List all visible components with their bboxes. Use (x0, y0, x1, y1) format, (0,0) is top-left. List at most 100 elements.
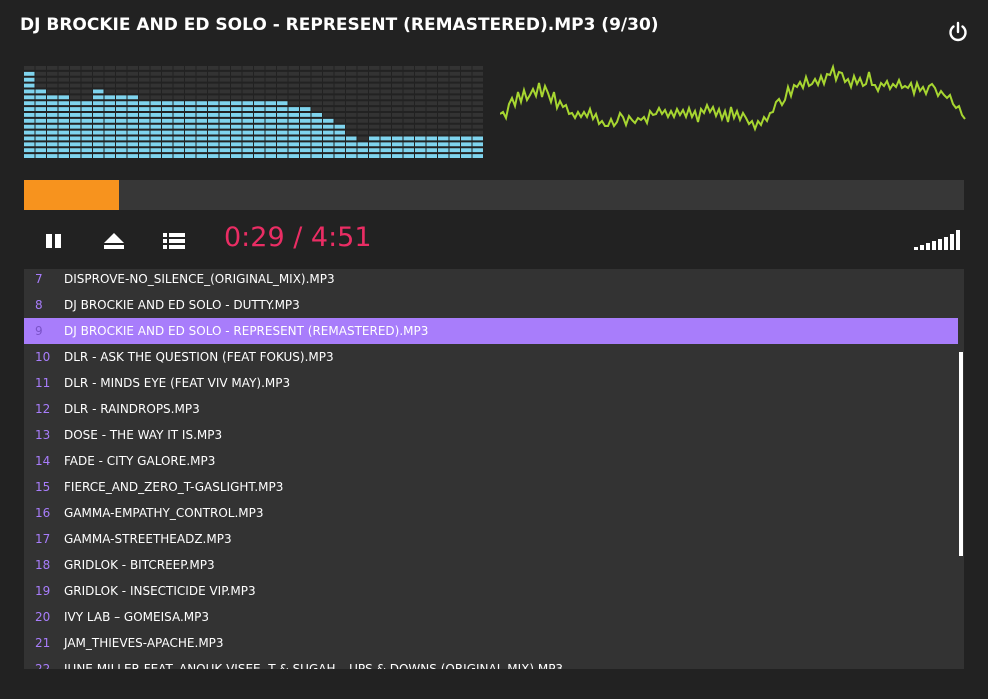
playlist-item[interactable]: 15 FIERCE_AND_ZERO_T-GASLIGHT.MP3 (24, 474, 959, 500)
playlist-item[interactable]: 18 GRIDLOK - BITCREEP.MP3 (24, 552, 959, 578)
playlist-item[interactable]: 8 DJ BROCKIE AND ED SOLO - DUTTY.MP3 (24, 292, 959, 318)
spectrum-segment-lit (24, 136, 35, 141)
spectrum-segment (58, 66, 69, 70)
playlist-item-number: 11 (35, 376, 51, 390)
playlist-item[interactable]: 11 DLR - MINDS EYE (FEAT VIV MAY).MP3 (24, 370, 959, 396)
playlist-item-title: DOSE - THE WAY IT IS.MP3 (64, 428, 223, 442)
spectrum-segment (438, 71, 449, 76)
playlist-item[interactable]: 9 DJ BROCKIE AND ED SOLO - REPRESENT (REM… (24, 318, 959, 344)
spectrum-segment-lit (104, 136, 115, 141)
spectrum-segment (426, 118, 437, 123)
spectrum-segment (449, 101, 460, 106)
spectrum-segment-lit (323, 118, 334, 123)
playlist-item-number: 14 (35, 454, 51, 468)
spectrum-segment (403, 77, 414, 82)
spectrum-segment-lit (265, 130, 276, 135)
spectrum-segment-lit (173, 101, 184, 106)
spectrum-segment (369, 95, 380, 100)
spectrum-segment-lit (415, 136, 426, 141)
playlist-item[interactable]: 13 DOSE - THE WAY IT IS.MP3 (24, 422, 959, 448)
spectrum-segment-lit (47, 124, 58, 129)
spectrum-segment-lit (24, 107, 35, 111)
spectrum-segment (162, 83, 173, 88)
spectrum-segment (242, 66, 253, 70)
spectrum-segment-lit (288, 130, 299, 135)
spectrum-segment-lit (449, 136, 460, 141)
spectrum-segment-lit (208, 107, 219, 111)
playlist-item[interactable]: 21 JAM_THIEVES-APACHE.MP3 (24, 630, 959, 656)
playlist-item-title: DLR - ASK THE QUESTION (FEAT FOKUS).MP3 (64, 350, 334, 364)
spectrum-segment (461, 124, 472, 129)
spectrum-segment-lit (231, 113, 242, 117)
spectrum-segment (449, 113, 460, 117)
spectrum-segment (438, 130, 449, 135)
spectrum-segment-lit (116, 154, 127, 158)
playlist-item[interactable]: 7 DISPROVE-NO_SILENCE_(ORIGINAL_MIX).MP3 (24, 269, 959, 292)
spectrum-segment-lit (231, 118, 242, 123)
spectrum-segment (173, 71, 184, 76)
spectrum-segment-lit (139, 130, 150, 135)
spectrum-segment (415, 101, 426, 106)
playlist-item[interactable]: 19 GRIDLOK - INSECTICIDE VIP.MP3 (24, 578, 959, 604)
spectrum-segment (369, 77, 380, 82)
spectrum-segment (231, 66, 242, 70)
spectrum-segment-lit (104, 142, 115, 147)
playlist-item[interactable]: 16 GAMMA-EMPATHY_CONTROL.MP3 (24, 500, 959, 526)
playlist-item[interactable]: 22 JUNE MILLER FEAT. ANOUK VISEE, T & SUG… (24, 656, 959, 669)
waveform-visualizer (500, 63, 966, 132)
spectrum-segment (346, 107, 357, 111)
spectrum-segment (208, 66, 219, 70)
spectrum-segment (58, 71, 69, 76)
spectrum-segment-lit (357, 148, 368, 153)
spectrum-segment (357, 89, 368, 94)
spectrum-segment-lit (173, 107, 184, 111)
spectrum-segment (380, 130, 391, 135)
playlist-item[interactable]: 20 IVY LAB – GOMEISA.MP3 (24, 604, 959, 630)
spectrum-segment-lit (47, 107, 58, 111)
playlist: 7 DISPROVE-NO_SILENCE_(ORIGINAL_MIX).MP3 8… (24, 269, 964, 669)
spectrum-segment-lit (196, 142, 207, 147)
spectrum-segment (461, 101, 472, 106)
spectrum-segment (311, 71, 322, 76)
spectrum-segment (357, 130, 368, 135)
spectrum-segment (139, 66, 150, 70)
spectrum-segment-lit (231, 124, 242, 129)
spectrum-segment (369, 71, 380, 76)
spectrum-segment-lit (81, 136, 92, 141)
spectrum-segment-lit (449, 154, 460, 158)
spectrum-segment-lit (461, 154, 472, 158)
spectrum-segment (24, 66, 35, 70)
seek-bar[interactable] (24, 180, 964, 210)
playlist-item[interactable]: 10 DLR - ASK THE QUESTION (FEAT FOKUS).MP… (24, 344, 959, 370)
playlist-item[interactable]: 17 GAMMA-STREETHEADZ.MP3 (24, 526, 959, 552)
playlist-item[interactable]: 12 DLR - RAINDROPS.MP3 (24, 396, 959, 422)
spectrum-segment-lit (242, 118, 253, 123)
spectrum-segment-lit (334, 136, 345, 141)
spectrum-segment-lit (24, 101, 35, 106)
list-icon[interactable] (162, 229, 186, 253)
spectrum-segment (380, 118, 391, 123)
spectrum-segment (357, 66, 368, 70)
spectrum-segment-lit (24, 118, 35, 123)
spectrum-segment-lit (47, 136, 58, 141)
pause-icon[interactable] (42, 229, 66, 253)
spectrum-segment-lit (162, 136, 173, 141)
spectrum-segment (81, 83, 92, 88)
spectrum-segment-lit (208, 154, 219, 158)
spectrum-segment (438, 124, 449, 129)
spectrum-segment-lit (311, 113, 322, 117)
spectrum-segment-lit (162, 118, 173, 123)
playlist-scrollbar-thumb[interactable] (959, 352, 963, 556)
spectrum-segment-lit (58, 95, 69, 100)
eject-icon[interactable] (102, 229, 126, 253)
playlist-item[interactable]: 14 FADE - CITY GALORE.MP3 (24, 448, 959, 474)
spectrum-segment (277, 71, 288, 76)
spectrum-segment-lit (323, 142, 334, 147)
playlist-item-number: 22 (35, 662, 51, 669)
spectrum-segment-lit (58, 101, 69, 106)
volume-bars-icon[interactable] (914, 228, 964, 252)
spectrum-segment-lit (104, 124, 115, 129)
power-icon[interactable] (946, 20, 970, 44)
spectrum-segment (104, 77, 115, 82)
spectrum-segment-lit (403, 142, 414, 147)
